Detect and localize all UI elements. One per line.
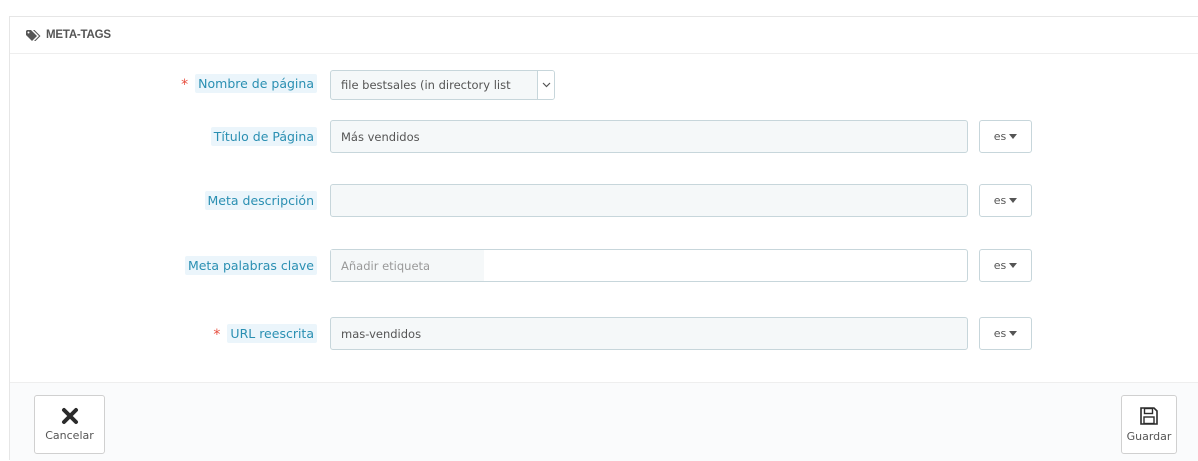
cancel-label: Cancelar [45, 429, 94, 442]
caret-down-icon [1009, 331, 1018, 336]
caret-down-icon [1009, 263, 1018, 268]
page-title-input[interactable]: Más vendidos [330, 120, 968, 153]
lang-label: es [993, 194, 1007, 207]
page-name-label-text: Nombre de página [195, 74, 317, 93]
lang-label: es [993, 259, 1007, 272]
required-marker: * [181, 76, 189, 93]
save-button[interactable]: Guardar [1121, 395, 1177, 454]
page-name-value: file bestsales (in directory list [341, 78, 511, 92]
meta-description-label: Meta descripción [204, 189, 317, 212]
meta-description-label-text: Meta descripción [204, 191, 317, 210]
panel-heading: META-TAGS [10, 17, 1198, 54]
meta-description-row: Meta descripción es [10, 184, 1198, 218]
meta-keywords-label: Meta palabras clave [184, 254, 317, 277]
panel-title: META-TAGS [46, 29, 111, 41]
required-marker: * [213, 326, 221, 343]
cancel-button[interactable]: Cancelar [34, 395, 105, 454]
meta-keywords-tag-input[interactable]: Añadir etiqueta [330, 249, 968, 282]
caret-down-icon [1009, 198, 1018, 203]
meta-keywords-lang-button[interactable]: es [979, 249, 1032, 282]
rewritten-url-row: * URL reescrita mas-vendidos es [10, 317, 1198, 351]
page-title-lang-button[interactable]: es [979, 120, 1032, 153]
page-name-row: * Nombre de página file bestsales (in di… [10, 70, 1198, 104]
meta-description-lang-button[interactable]: es [979, 184, 1032, 217]
meta-description-input[interactable] [330, 184, 968, 217]
close-icon [61, 408, 78, 424]
rewritten-url-input[interactable]: mas-vendidos [330, 317, 968, 350]
meta-tags-panel: META-TAGS * Nombre de página file bestsa… [9, 16, 1198, 461]
page-title-label-text: Título de Página [210, 127, 317, 146]
page-title-row: Título de Página Más vendidos es [10, 120, 1198, 154]
lang-label: es [993, 327, 1007, 340]
save-icon [1140, 407, 1158, 425]
rewritten-url-label-text: URL reescrita [227, 324, 317, 343]
meta-keywords-row: Meta palabras clave Añadir etiqueta es [10, 249, 1198, 283]
page-name-select[interactable]: file bestsales (in directory list [330, 70, 555, 100]
save-label: Guardar [1126, 430, 1172, 443]
rewritten-url-label: * URL reescrita [213, 322, 317, 345]
page-title-label: Título de Página [210, 125, 317, 148]
meta-keywords-label-text: Meta palabras clave [184, 256, 317, 275]
rewritten-url-lang-button[interactable]: es [979, 317, 1032, 350]
tags-icon [26, 29, 41, 41]
page-name-label: * Nombre de página [181, 72, 317, 95]
lang-label: es [993, 130, 1007, 143]
add-tag-field[interactable]: Añadir etiqueta [331, 250, 484, 281]
caret-down-icon [1009, 134, 1018, 139]
panel-footer: Cancelar Guardar [10, 382, 1198, 461]
chevron-down-icon[interactable] [537, 71, 554, 99]
